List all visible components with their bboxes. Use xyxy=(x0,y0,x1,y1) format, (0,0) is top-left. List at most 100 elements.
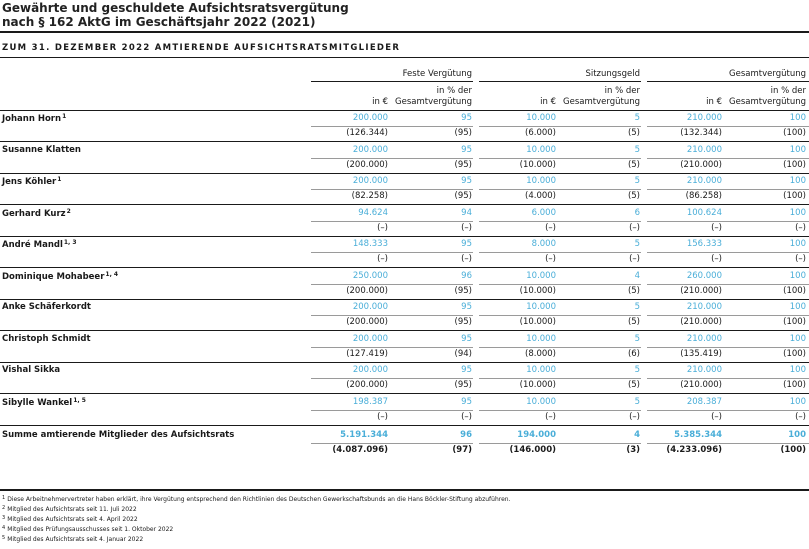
value-previous: (210.000) xyxy=(680,159,722,170)
footnote: 5 Mitglied des Aufsichtsrats seit 4. Janu… xyxy=(2,535,143,543)
value-current: 95 xyxy=(461,302,472,312)
footnote: 4 Mitglied des Prüfungsausschusses seit 1… xyxy=(2,525,173,533)
row-separator xyxy=(0,424,809,426)
value-previous: (100) xyxy=(783,285,806,296)
value-previous: (126.344) xyxy=(346,128,388,138)
row-separator xyxy=(0,267,809,268)
value-current: 4 xyxy=(634,430,640,440)
member-name: Christoph Schmidt xyxy=(2,334,91,344)
value-current: 210.000 xyxy=(686,113,722,123)
row-separator xyxy=(0,393,809,394)
value-previous: (100) xyxy=(783,159,806,170)
row-divider xyxy=(647,126,809,127)
value-previous: (200.000) xyxy=(346,380,388,390)
value-previous: (10.000) xyxy=(519,159,556,170)
value-current: 100 xyxy=(789,144,806,155)
row-divider xyxy=(479,220,641,222)
value-current: 250.000 xyxy=(352,270,388,281)
row-divider xyxy=(479,409,641,411)
title-line-1: Gewährte und geschuldete Aufsichtsratsve… xyxy=(2,1,349,15)
row-divider xyxy=(311,189,473,190)
member-name-text: Johann Horn xyxy=(2,114,62,124)
row-divider xyxy=(647,443,809,444)
value-current: 4 xyxy=(634,270,640,281)
value-current: 5 xyxy=(634,144,640,155)
value-current: 100 xyxy=(789,396,806,407)
value-previous: (5) xyxy=(627,380,640,390)
value-previous: (–) xyxy=(711,254,722,264)
value-previous: (–) xyxy=(711,411,722,422)
title-rule xyxy=(0,31,809,33)
value-current: 210.000 xyxy=(686,365,722,375)
row-divider xyxy=(311,443,473,444)
row-separator xyxy=(0,172,809,174)
row-divider xyxy=(647,189,809,190)
value-previous: (94) xyxy=(454,348,472,359)
value-previous: (10.000) xyxy=(519,380,556,390)
value-current: 100 xyxy=(789,239,806,249)
row-separator xyxy=(0,330,809,331)
col-header-pct: in % der Gesamtvergütung xyxy=(395,86,472,108)
value-current: 10.000 xyxy=(526,333,556,344)
section-rule xyxy=(0,57,809,58)
value-previous: (95) xyxy=(454,285,472,296)
value-previous: (5) xyxy=(627,317,640,327)
value-previous: (–) xyxy=(629,411,640,422)
member-name-text: Sibylle Wankel xyxy=(2,397,73,408)
value-current: 5.385.344 xyxy=(674,430,722,440)
col-header-eur: in € xyxy=(372,97,388,107)
value-previous: (–) xyxy=(377,222,388,233)
value-previous: (–) xyxy=(795,222,806,233)
value-current: 10.000 xyxy=(526,113,556,123)
col-header-pct-l1: in % der xyxy=(770,86,806,96)
value-previous: (100) xyxy=(783,128,806,138)
value-current: 210.000 xyxy=(686,333,722,344)
value-previous: (–) xyxy=(461,222,472,233)
row-divider xyxy=(479,443,641,444)
value-current: 200.000 xyxy=(352,176,388,186)
table-bottom-rule xyxy=(0,489,809,491)
member-name-text: Gerhard Kurz xyxy=(2,208,66,219)
value-current: 208.387 xyxy=(686,396,722,407)
member-name: Anke Schäferkordt xyxy=(2,302,91,312)
value-previous: (–) xyxy=(795,411,806,422)
footnote-ref: 2 xyxy=(66,207,71,215)
footnote-text: Mitglied des Aufsichtsrats seit 4. April… xyxy=(7,516,138,523)
group-rule-total xyxy=(647,81,809,82)
value-previous: (95) xyxy=(454,317,472,327)
row-divider xyxy=(479,283,641,285)
member-name: Gerhard Kurz2 xyxy=(2,208,71,219)
group-rule-meeting xyxy=(479,81,641,82)
value-current: 5 xyxy=(634,333,640,344)
row-divider xyxy=(311,220,473,222)
value-current: 95 xyxy=(461,333,472,344)
group-header-total: Gesamtvergütung xyxy=(729,69,806,79)
footnote-number: 5 xyxy=(2,535,6,541)
value-current: 10.000 xyxy=(526,302,556,312)
footnote-number: 3 xyxy=(2,515,6,521)
value-current: 200.000 xyxy=(352,113,388,123)
value-previous: (5) xyxy=(627,128,640,138)
value-current: 210.000 xyxy=(686,176,722,186)
row-divider xyxy=(311,157,473,159)
value-previous: (6.000) xyxy=(525,128,556,138)
value-previous: (–) xyxy=(545,254,556,264)
footnote-text: Diese Arbeitnehmervertreter haben erklär… xyxy=(7,496,511,503)
value-previous: (146.000) xyxy=(509,445,556,455)
value-previous: (6) xyxy=(627,348,640,359)
value-previous: (4.233.096) xyxy=(666,445,722,455)
value-previous: (100) xyxy=(783,348,806,359)
value-previous: (86.258) xyxy=(685,191,722,201)
value-current: 100 xyxy=(789,207,806,218)
value-current: 100 xyxy=(789,302,806,312)
table-title: Gewährte und geschuldete Aufsichtsratsve… xyxy=(2,1,802,29)
row-divider xyxy=(311,409,473,411)
value-previous: (82.258) xyxy=(351,191,388,201)
value-current: 95 xyxy=(461,144,472,155)
footnote-text: Mitglied des Aufsichtsrats seit 11. Juli… xyxy=(7,506,137,513)
row-divider xyxy=(311,346,473,348)
col-header-pct-l2: Gesamtvergütung xyxy=(729,97,806,107)
member-name: Susanne Klatten xyxy=(2,145,81,155)
value-current: 10.000 xyxy=(526,396,556,407)
value-current: 6.000 xyxy=(531,207,556,218)
